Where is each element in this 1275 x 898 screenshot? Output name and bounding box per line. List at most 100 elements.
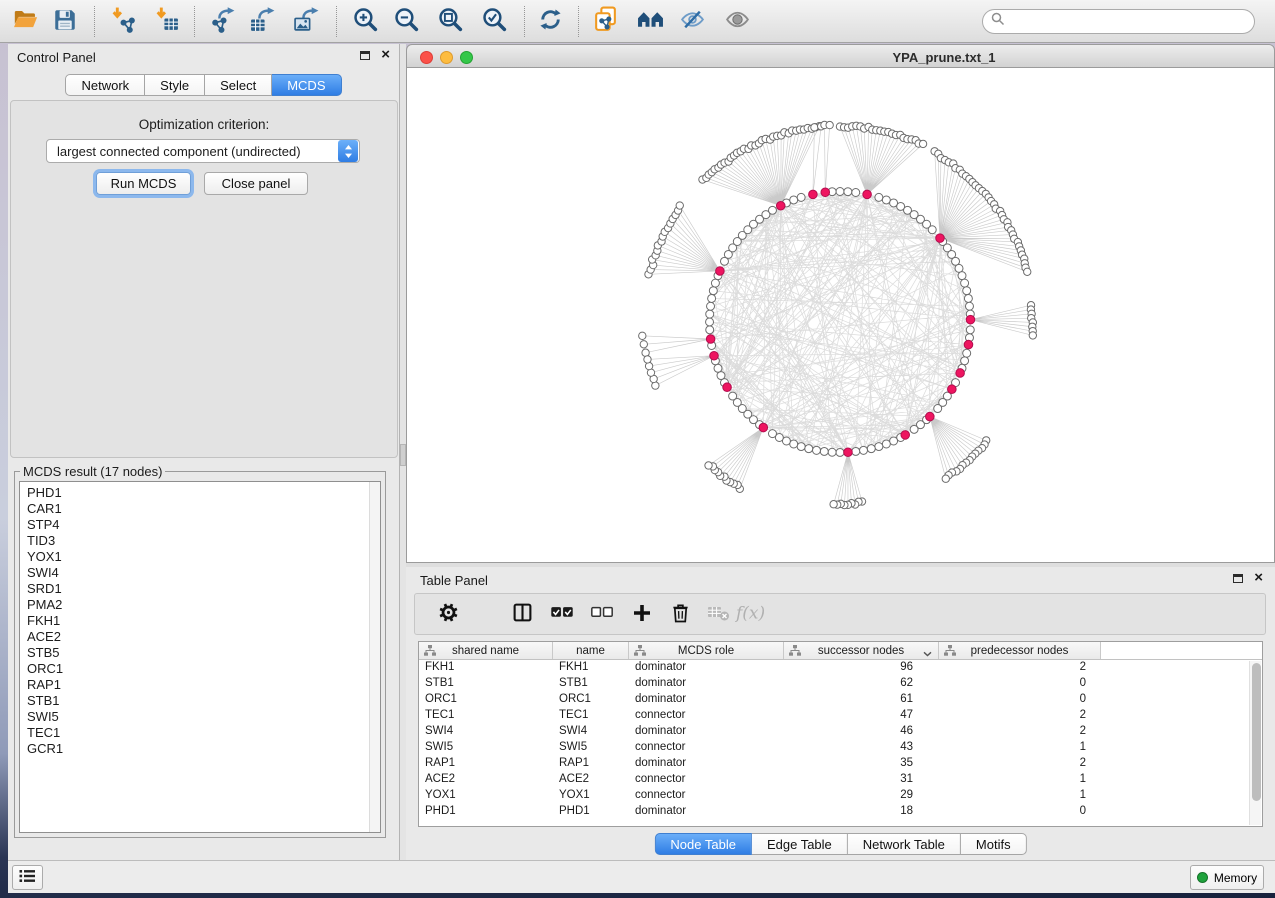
network-node[interactable] (910, 425, 918, 433)
mcds-result-item[interactable]: PMA2 (20, 597, 380, 613)
close-panel-icon[interactable]: × (381, 50, 390, 60)
search-box[interactable] (982, 9, 1255, 34)
table-scrollbar[interactable] (1249, 661, 1261, 825)
network-node[interactable] (790, 440, 798, 448)
show-all-button[interactable] (720, 4, 754, 38)
network-node[interactable] (942, 475, 949, 482)
network-node[interactable] (820, 447, 828, 455)
table-row[interactable]: ACE2ACE2connector311 (419, 772, 1262, 788)
export-table-button[interactable] (245, 4, 279, 38)
network-node[interactable] (706, 326, 714, 334)
network-node[interactable] (790, 196, 798, 204)
close-table-panel-icon[interactable]: × (1254, 573, 1263, 583)
tab-edge-table[interactable]: Edge Table (752, 833, 848, 855)
network-node[interactable] (805, 445, 813, 453)
network-node[interactable] (717, 372, 725, 380)
mcds-result-item[interactable]: YOX1 (20, 549, 380, 565)
network-node[interactable] (830, 501, 837, 508)
table-row[interactable]: TEC1TEC1connector472 (419, 708, 1262, 724)
mcds-dominator-node[interactable] (716, 267, 725, 276)
tab-style[interactable]: Style (145, 74, 205, 96)
select-all-button[interactable] (549, 600, 575, 628)
network-node[interactable] (882, 440, 890, 448)
network-node[interactable] (875, 443, 883, 451)
mcds-dominator-node[interactable] (964, 340, 973, 349)
column-header-successor-nodes[interactable]: successor nodes (784, 642, 939, 659)
save-button[interactable] (48, 4, 82, 38)
network-node[interactable] (860, 446, 868, 454)
network-node[interactable] (797, 193, 805, 201)
window-minimize-button[interactable] (440, 51, 453, 64)
settings-gear-button[interactable] (435, 600, 461, 628)
network-node[interactable] (963, 349, 971, 357)
window-close-button[interactable] (420, 51, 433, 64)
mcds-result-item[interactable]: STB5 (20, 645, 380, 661)
mcds-result-item[interactable]: PHD1 (20, 485, 380, 501)
network-node[interactable] (964, 294, 972, 302)
mcds-dominator-node[interactable] (926, 412, 935, 421)
mcds-result-item[interactable]: ACE2 (20, 629, 380, 645)
network-node[interactable] (652, 382, 659, 389)
table-row[interactable]: SWI5SWI5connector431 (419, 740, 1262, 756)
table-row[interactable]: ORC1ORC1dominator610 (419, 692, 1262, 708)
network-node[interactable] (844, 188, 852, 196)
mcds-list-scrollbar[interactable] (369, 482, 380, 832)
mcds-dominator-node[interactable] (821, 188, 830, 197)
column-header-name[interactable]: name (553, 642, 629, 659)
mcds-dominator-node[interactable] (948, 385, 957, 394)
mcds-dominator-node[interactable] (710, 351, 719, 360)
mcds-result-item[interactable]: GCR1 (20, 741, 380, 757)
network-node[interactable] (708, 294, 716, 302)
network-node[interactable] (852, 447, 860, 455)
tab-select[interactable]: Select (205, 74, 272, 96)
network-node[interactable] (882, 196, 890, 204)
tab-network[interactable]: Network (65, 74, 145, 96)
task-history-button[interactable] (12, 865, 43, 890)
network-node[interactable] (706, 310, 714, 318)
mcds-dominator-node[interactable] (863, 190, 872, 199)
mcds-dominator-node[interactable] (809, 190, 818, 199)
table-row[interactable]: YOX1YOX1connector291 (419, 788, 1262, 804)
network-node[interactable] (919, 140, 926, 147)
network-node[interactable] (826, 121, 833, 128)
network-node[interactable] (797, 443, 805, 451)
mcds-result-item[interactable]: RAP1 (20, 677, 380, 693)
network-node[interactable] (958, 272, 966, 280)
tab-node-table[interactable]: Node Table (654, 833, 752, 855)
network-node[interactable] (768, 430, 776, 438)
network-node[interactable] (639, 332, 646, 339)
column-header-shared-name[interactable]: shared name (419, 642, 553, 659)
table-row[interactable]: SWI4SWI4dominator462 (419, 724, 1262, 740)
network-node[interactable] (729, 392, 737, 400)
export-image-button[interactable] (289, 4, 323, 38)
hide-selected-button[interactable] (675, 4, 709, 38)
network-node[interactable] (1024, 268, 1031, 275)
tab-mcds[interactable]: MCDS (272, 74, 341, 96)
zoom-out-button[interactable] (389, 4, 423, 38)
mcds-dominator-node[interactable] (759, 423, 768, 432)
network-node[interactable] (852, 189, 860, 197)
search-input[interactable] (1010, 15, 1246, 29)
column-header-MCDS-role[interactable]: MCDS role (629, 642, 784, 659)
first-neighbors-button[interactable] (633, 4, 667, 38)
mcds-result-item[interactable]: SWI5 (20, 709, 380, 725)
network-node[interactable] (955, 264, 963, 272)
network-node[interactable] (836, 188, 844, 196)
network-canvas[interactable] (406, 68, 1275, 563)
network-node[interactable] (934, 405, 942, 413)
delete-column-button[interactable] (667, 600, 693, 628)
import-table-button[interactable] (149, 4, 183, 38)
window-maximize-button[interactable] (460, 51, 473, 64)
mcds-result-item[interactable]: TID3 (20, 533, 380, 549)
mcds-result-item[interactable]: CAR1 (20, 501, 380, 517)
table-scrollbar-thumb[interactable] (1252, 663, 1261, 801)
network-node[interactable] (711, 279, 719, 287)
network-node[interactable] (928, 226, 936, 234)
column-header-predecessor-nodes[interactable]: predecessor nodes (939, 642, 1101, 659)
network-node[interactable] (875, 193, 883, 201)
network-node[interactable] (707, 302, 715, 310)
mcds-result-item[interactable]: SRD1 (20, 581, 380, 597)
network-node[interactable] (706, 318, 714, 326)
network-node[interactable] (714, 364, 722, 372)
mcds-dominator-node[interactable] (776, 201, 785, 210)
